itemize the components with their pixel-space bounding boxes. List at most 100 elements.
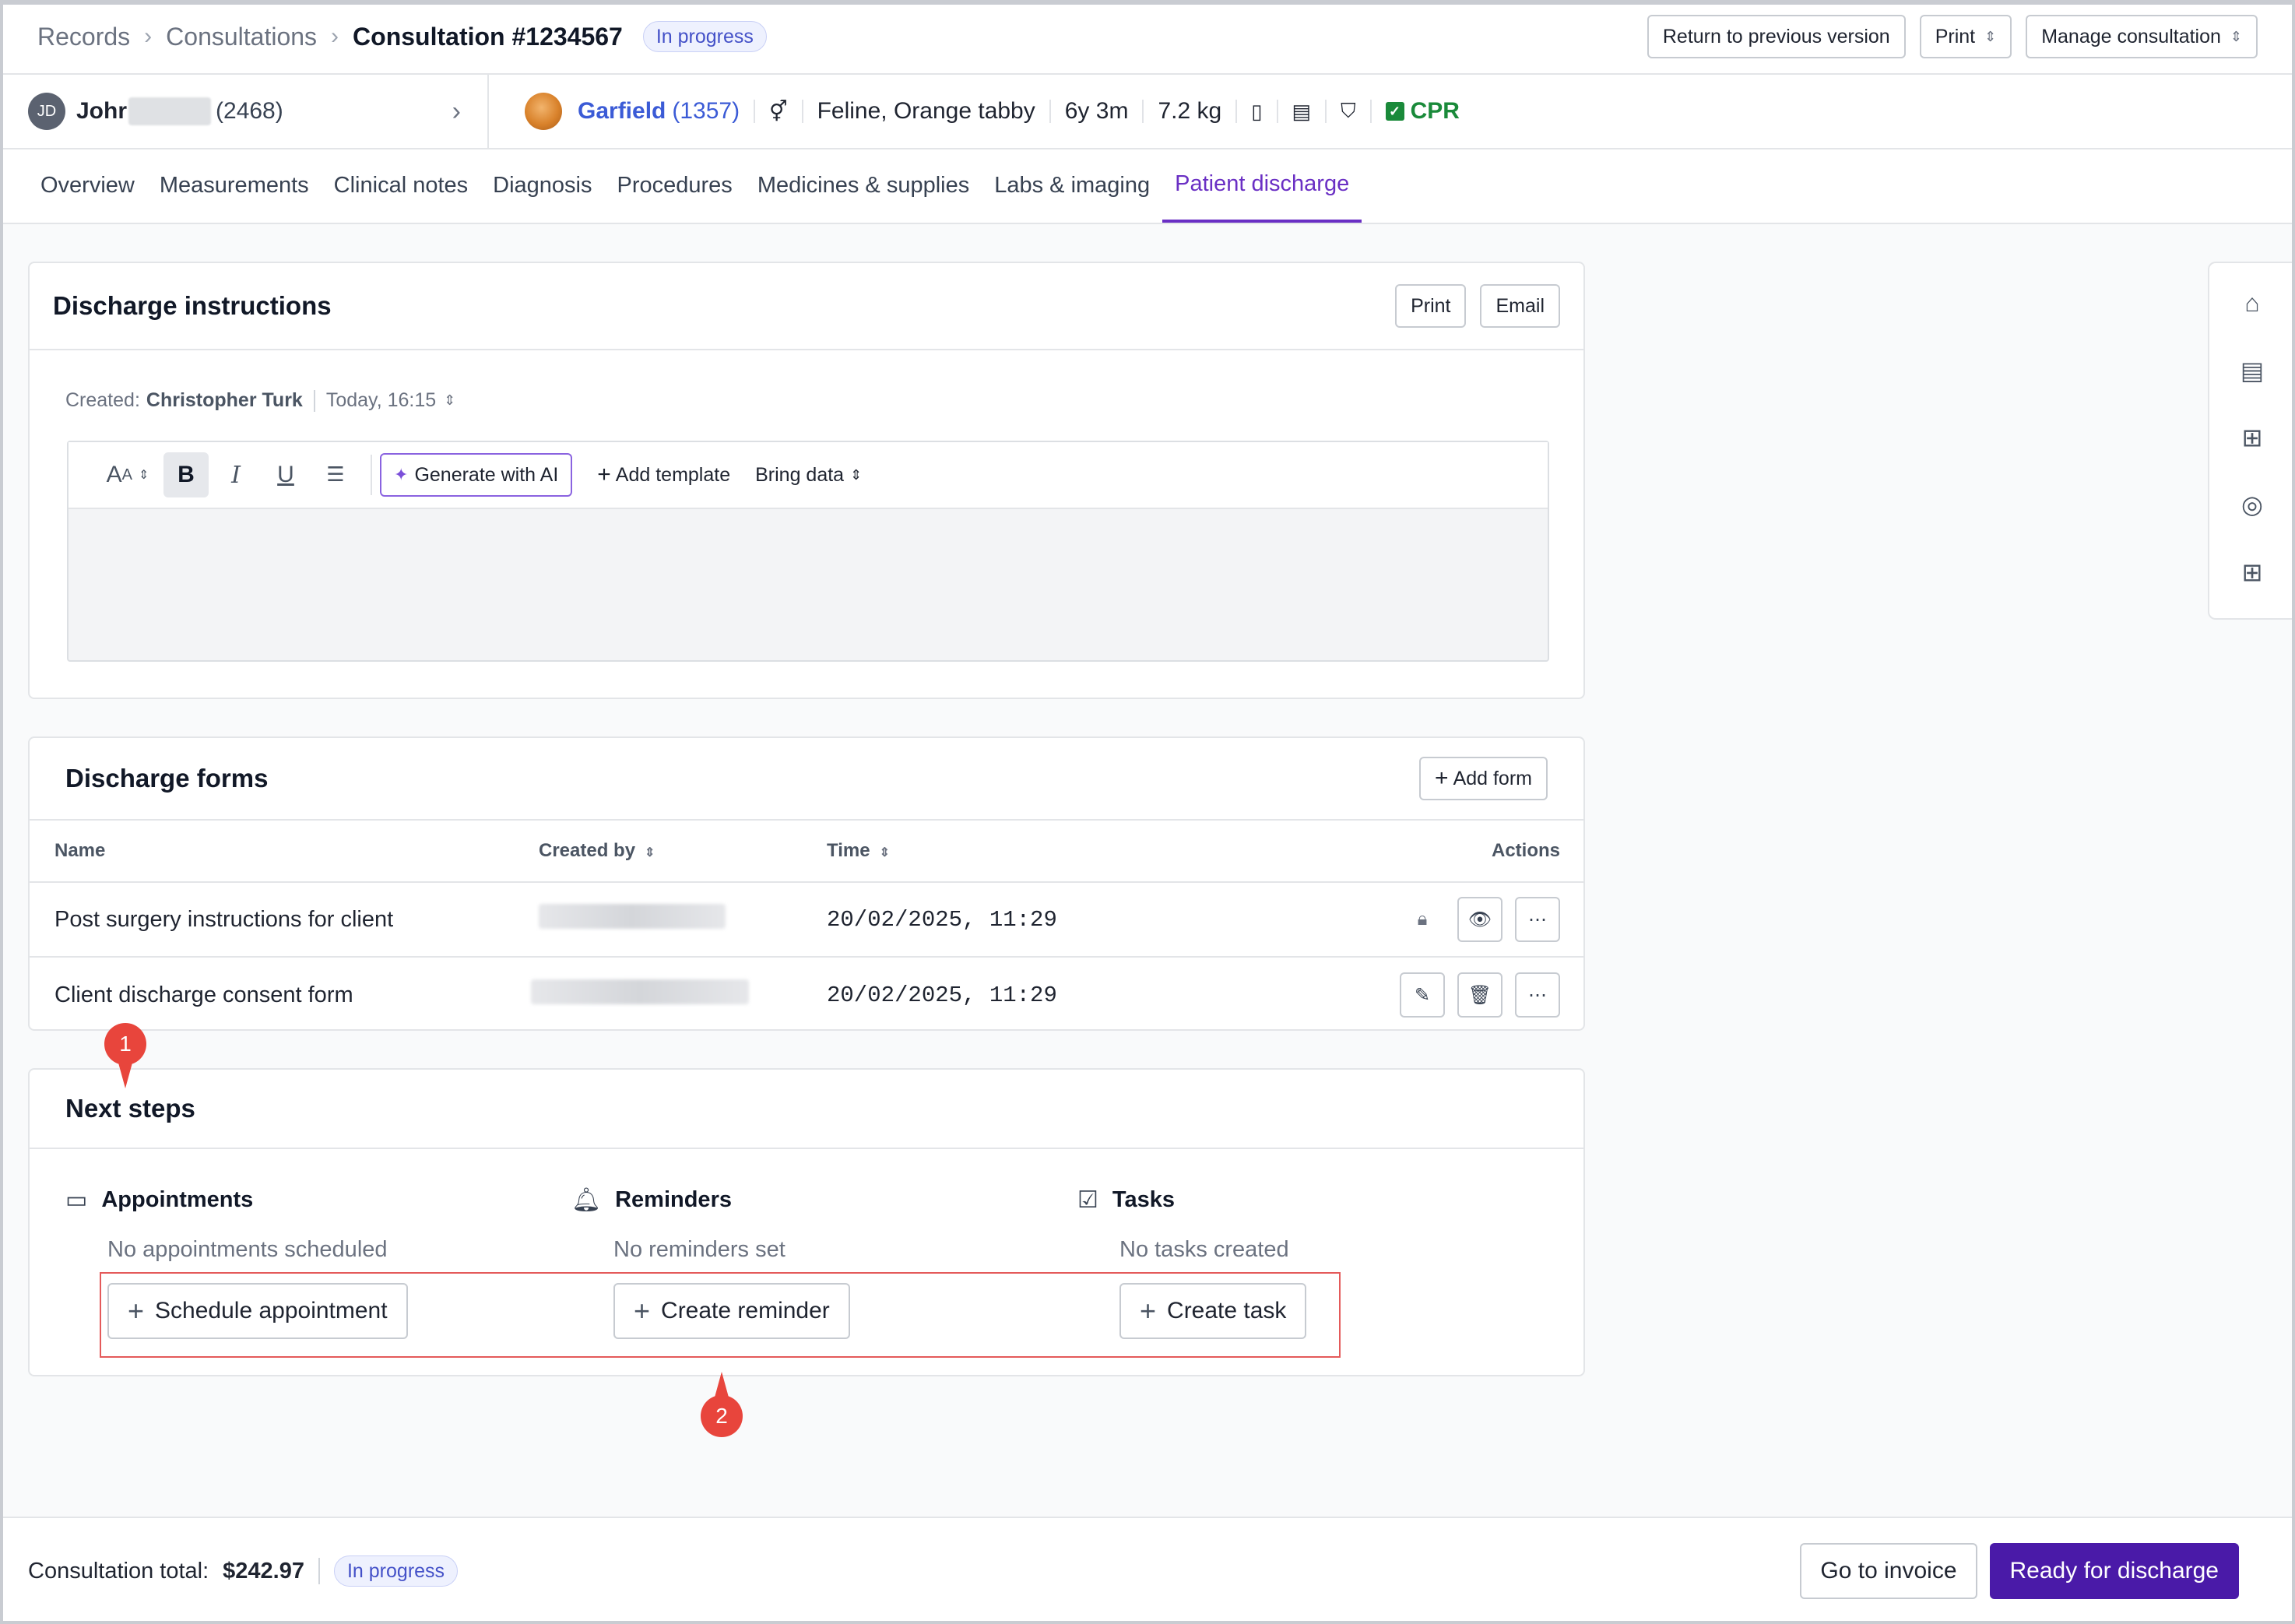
column-name: Name [54,840,106,861]
next-steps-title: Next steps [65,1094,195,1123]
form-time: 20/02/2025, 11:29 [827,906,1057,933]
cpr-label: CPR [1410,98,1460,124]
sort-icon: ⇕ [879,846,890,859]
column-time[interactable]: Time ⇕ [827,840,890,862]
created-time[interactable]: Today, 16:15 [326,389,436,412]
checkbox-icon: ☑ [1077,1187,1098,1213]
breadcrumb-consultations[interactable]: Consultations [166,23,317,51]
return-previous-version-button[interactable]: Return to previous version [1647,15,1906,58]
created-by: Christopher Turk [146,389,303,411]
add-form-label: Add form [1453,767,1532,789]
footer-bar: Consultation total: $242.97 In progress … [0,1517,2295,1624]
trash-icon[interactable]: 🗑︎ [1457,972,1502,1018]
neutered-icon: ⚥ [769,99,788,123]
sort-icon: ⇕ [645,846,655,859]
appointments-title: Appointments [101,1187,254,1212]
patient-info: Garfield (1357) ⚥ Feline, Orange tabby 6… [489,93,1460,130]
bring-data-button[interactable]: Bring data ⇕ [755,464,862,487]
email-instructions-button[interactable]: Email [1480,284,1560,328]
client-id: (2468) [216,98,283,124]
chevron-updown-icon[interactable]: ⇕ [444,392,455,409]
bell-icon: 🔔︎ [571,1187,602,1213]
ready-for-discharge-button[interactable]: Ready for discharge [1989,1543,2239,1599]
annotation-marker-2: 2 [701,1372,743,1437]
editor-toolbar: A A ⇕ B I U ☰ ✦ Generate with AI + Add templ… [69,442,1548,509]
column-created-by-label: Created by [539,840,636,861]
bold-icon[interactable]: B [163,452,209,497]
tag-icon[interactable]: ⌂ [2230,282,2274,324]
add-template-label: Add template [615,463,731,486]
discharge-instructions-card: Discharge instructions Print Email Creat… [28,262,1585,699]
more-icon[interactable]: ⋯ [1515,897,1560,942]
chevron-right-icon: › [144,23,153,49]
italic-icon[interactable]: I [213,452,258,497]
patient-bar: JD Johr (2468) › Garfield (1357) ⚥ Felin… [0,75,2295,149]
tab-diagnosis[interactable]: Diagnosis [480,148,604,223]
plus-icon: + [1435,765,1449,791]
plus-icon: + [597,462,611,487]
edit-icon[interactable]: ✎ [1400,972,1445,1018]
add-template-button[interactable]: + Add template [597,462,730,488]
column-created-by[interactable]: Created by ⇕ [539,840,655,862]
tasks-title: Tasks [1112,1187,1175,1212]
breadcrumb-records[interactable]: Records [37,23,130,51]
pet-age: 6y 3m [1064,98,1129,124]
inbox-add-icon[interactable]: ⊞ [2230,417,2274,459]
lock-icon: 🔒︎ [1417,909,1428,930]
tab-overview[interactable]: Overview [28,148,147,223]
discharge-forms-card: Discharge forms + Add form Name Created b… [28,736,1585,1031]
underline-icon[interactable]: U [263,452,308,497]
clipboard-icon[interactable]: ▤ [2230,349,2274,391]
coins-icon[interactable]: ◎ [2230,483,2274,526]
microchip-icon: ▯ [1251,99,1263,123]
print-instructions-button[interactable]: Print [1395,284,1467,328]
redacted-creator [531,979,749,1011]
sparkle-icon: ✦ [394,465,409,484]
cpr-badge: ✓ CPR [1385,98,1460,125]
calendar-icon: ▭ [65,1187,88,1213]
manage-consultation-button[interactable]: Manage consultation ⇕ [2026,15,2258,58]
chevron-right-icon[interactable]: › [452,97,461,127]
generate-ai-button[interactable]: ✦ Generate with AI [380,453,573,497]
go-to-invoice-button[interactable]: Go to invoice [1800,1543,1977,1599]
tasks-empty: No tasks created [1119,1237,1289,1262]
client-selector[interactable]: JD Johr (2468) › [0,75,489,148]
check-icon: ✓ [1385,102,1404,121]
total-value: $242.97 [223,1558,304,1584]
font-size-icon[interactable]: A A ⇕ [97,452,159,497]
pet-id: (1357) [672,98,740,124]
tab-medicines-supplies[interactable]: Medicines & supplies [745,148,982,223]
tab-clinical-notes[interactable]: Clinical notes [322,148,480,223]
tab-procedures[interactable]: Procedures [605,148,745,223]
reminders-empty: No reminders set [613,1237,786,1262]
right-sidebar: ⌂ ▤ ⊞ ◎ ⊞ [2208,262,2295,620]
add-form-button[interactable]: + Add form [1419,757,1548,800]
print-menu-button[interactable]: Print ⇕ [1919,15,2012,58]
bring-data-label: Bring data [755,463,845,486]
tab-measurements[interactable]: Measurements [147,148,322,223]
client-avatar: JD [28,93,65,130]
created-meta: Created: Christopher Turk Today, 16:15 ⇕ [65,389,455,412]
table-row: Post surgery instructions for client 20/… [30,883,1583,958]
highlight-box [100,1272,1341,1358]
apps-add-icon[interactable]: ⊞ [2230,551,2274,593]
reminders-title: Reminders [615,1187,732,1212]
shield-icon: ⛉ [1341,99,1356,122]
more-icon[interactable]: ⋯ [1515,972,1560,1018]
tab-labs-imaging[interactable]: Labs & imaging [982,148,1162,223]
tab-patient-discharge[interactable]: Patient discharge [1162,148,1362,223]
generate-ai-label: Generate with AI [414,463,559,486]
page-title: Consultation #1234567 [353,22,623,51]
bullet-list-icon[interactable]: ☰ [313,452,358,497]
chevron-updown-icon: ⇕ [1984,28,1997,44]
table-row: Client discharge consent form 20/02/2025… [30,958,1583,1032]
pet-name-link[interactable]: Garfield [578,98,666,125]
form-name[interactable]: Client discharge consent form [54,982,353,1008]
form-name[interactable]: Post surgery instructions for client [54,907,393,933]
view-icon[interactable]: 👁︎ [1457,897,1502,942]
redacted-creator [539,904,726,935]
discharge-instructions-title: Discharge instructions [53,291,332,320]
rich-text-editor[interactable]: A A ⇕ B I U ☰ ✦ Generate with AI + Add templ… [67,441,1549,662]
clipboard-icon: ▤ [1292,99,1312,123]
print-label: Print [1935,25,1976,47]
